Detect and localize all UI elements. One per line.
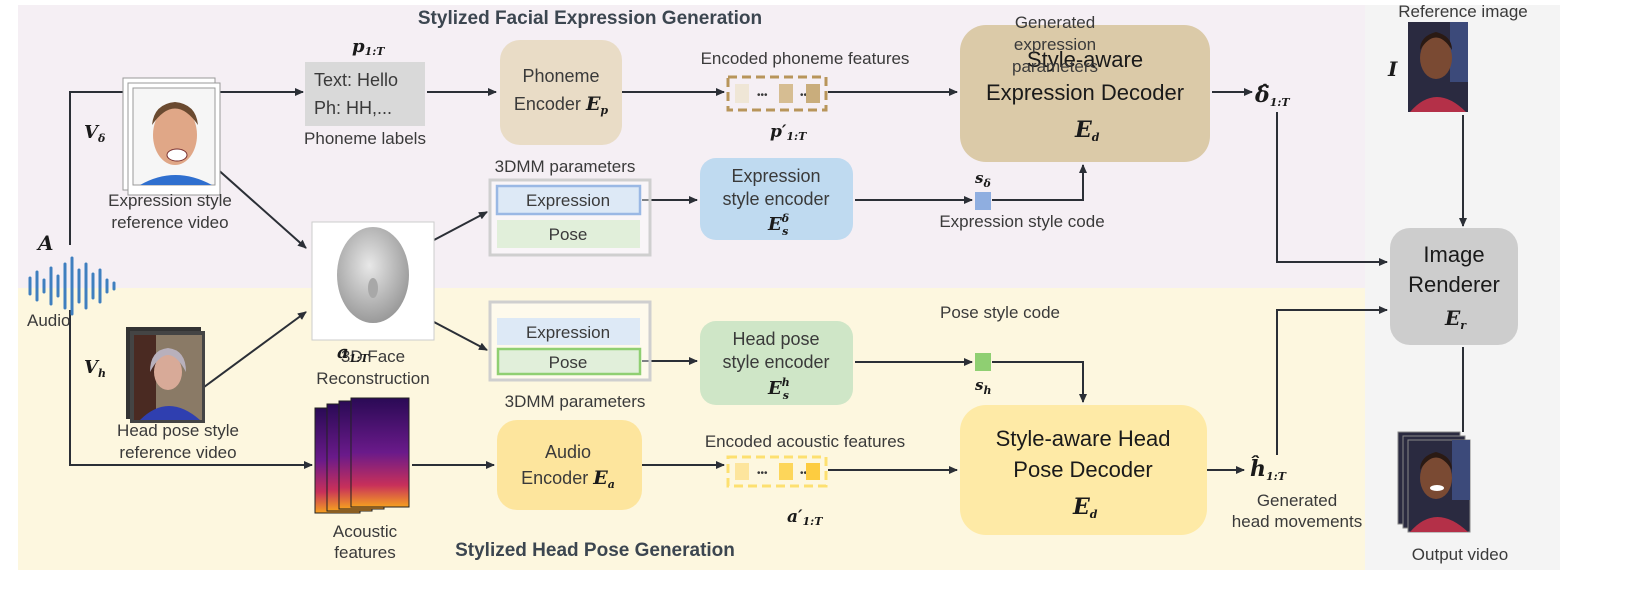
dmm-bottom-expression-label: Expression [526,323,610,342]
phoneme-ph-line: Ph: HH,... [314,98,392,118]
3d-face-reconstruction-image [311,221,435,341]
feature-cell [779,463,793,480]
feature-cell [735,463,749,480]
phoneme-labels-caption: Phoneme labels [304,129,426,148]
generated-head-label-1: Generated [1257,491,1337,510]
head-pose-style-encoder-label-2: style encoder [722,352,829,372]
output-video-label: Output video [1412,545,1508,564]
dmm-top-pose-label: Pose [549,225,588,244]
dmm-bottom-label: 3DMM parameters [505,392,646,411]
generated-expression-label-1: Generated [1015,13,1095,32]
phoneme-encoder-label-2: Encoder Ep [514,93,609,117]
generated-expression-label-3: parameters [1012,57,1098,76]
expression-style-encoder-label-2: style encoder [722,189,829,209]
head-pose-decoder-label-1: Style-aware Head [996,426,1171,451]
face-recon-label-2: Reconstruction [316,369,429,388]
expression-style-code [975,192,991,210]
image-renderer-label-2: Renderer [1408,272,1500,297]
audio-encoder-label-1: Audio [545,442,591,462]
phoneme-text-line: Text: Hello [314,70,398,90]
acoustic-label-2: features [334,543,395,562]
expression-style-reference-video [122,77,221,196]
acoustic-features-spectrogram [314,397,410,514]
reference-image [1408,22,1468,112]
acoustic-label-1: Acoustic [333,522,398,541]
feature-cell [806,463,820,480]
generated-expression-label-2: expression [1014,35,1096,54]
head-pose-style-encoder-label-1: Head pose [732,329,819,349]
head-pose-section-title: Stylized Head Pose Generation [455,540,735,561]
head-video-label-2: reference video [119,443,236,462]
audio-label: Audio [27,311,70,330]
audio-encoder-label-2: Encoder Ea [521,467,615,491]
ellipsis: ••• [757,90,768,101]
expression-style-encoder-label-1: Expression [731,166,820,186]
expression-style-encoder-symbol: Eδ s [767,212,789,238]
head-pose-decoder-label-2: Pose Decoder [1013,457,1152,482]
head-pose-style-encoder-symbol: Eh s [767,376,790,402]
reference-image-symbol: I [1387,57,1398,81]
feature-cell [779,84,793,103]
pose-style-code-label: Pose style code [940,303,1060,322]
framework-diagram: Stylized Facial Expression Generation St… [18,2,1560,570]
audio-encoder [497,420,642,510]
ellipsis: ••• [757,468,768,479]
generated-head-label-2: head movements [1232,512,1362,531]
expression-video-label-1: Expression style [108,191,232,210]
pose-style-code [975,353,991,371]
head-video-label-1: Head pose style [117,421,239,440]
expression-video-label-2: reference video [111,213,228,232]
encoded-phoneme-label: Encoded phoneme features [701,49,910,68]
phoneme-encoder-label: Phoneme [522,66,599,86]
dmm-top-label: 3DMM parameters [495,157,636,176]
output-video [1397,431,1471,533]
head-pose-style-reference-video [126,327,205,423]
reference-image-label: Reference image [1398,2,1527,21]
dmm-top-expression-label: Expression [526,191,610,210]
expression-style-code-label: Expression style code [939,212,1104,231]
audio-symbol: A [36,231,54,255]
dmm-bottom-pose-label: Pose [549,353,588,372]
expression-section-title: Stylized Facial Expression Generation [418,8,762,29]
feature-cell [735,84,749,103]
image-renderer-label-1: Image [1423,242,1484,267]
phoneme-encoder [500,40,622,145]
feature-cell [806,84,820,103]
expression-decoder-label-2: Expression Decoder [986,80,1184,105]
encoded-acoustic-label: Encoded acoustic features [705,432,905,451]
